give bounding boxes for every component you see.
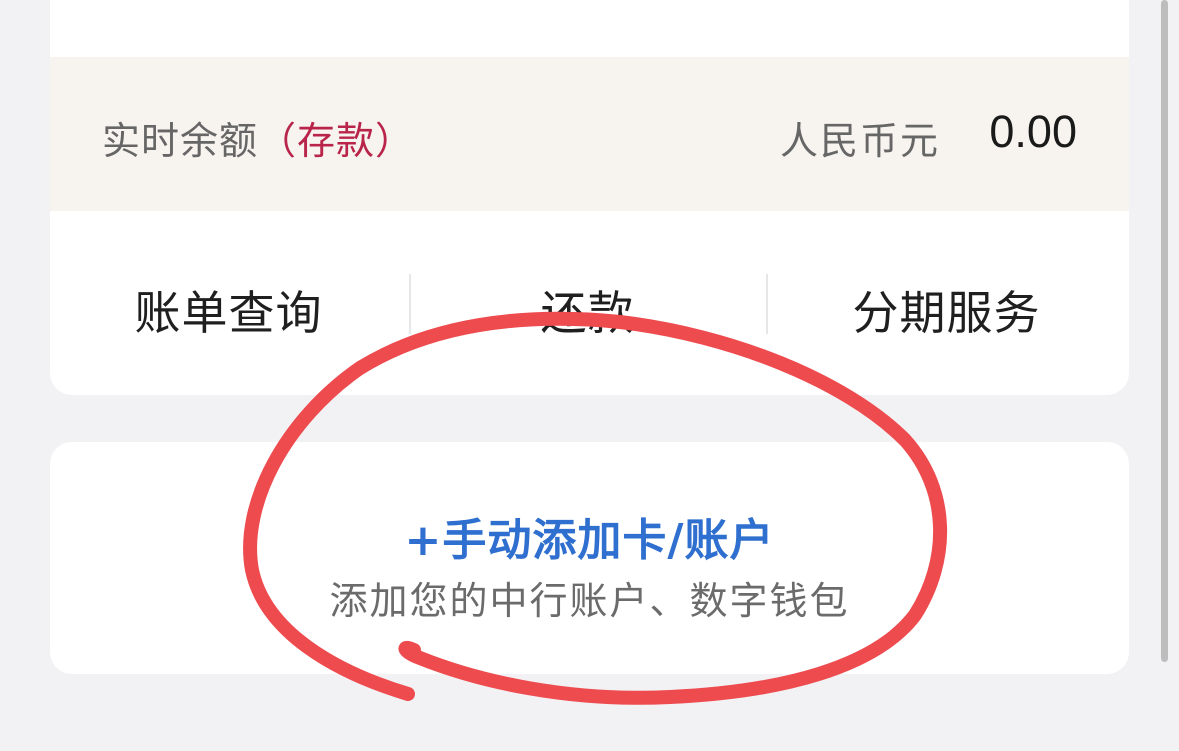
repayment-button[interactable]: 还款 <box>409 260 766 360</box>
balance-amount: 0.00 <box>989 106 1077 157</box>
add-account-card[interactable]: +手动添加卡/账户 添加您的中行账户、数字钱包 <box>50 442 1129 674</box>
account-card: 实时余额（存款） 人民币元 0.00 账单查询 还款 分期服务 <box>50 0 1129 395</box>
actions-row: 账单查询 还款 分期服务 <box>50 260 1129 360</box>
scrollbar[interactable] <box>1161 0 1168 662</box>
add-account-title[interactable]: +手动添加卡/账户 <box>50 504 1129 568</box>
add-account-subtitle: 添加您的中行账户、数字钱包 <box>329 579 850 623</box>
bill-query-button[interactable]: 账单查询 <box>50 260 407 360</box>
balance-label: 实时余额（存款） <box>102 110 414 165</box>
balance-row: 实时余额（存款） 人民币元 0.00 <box>50 57 1129 211</box>
installment-service-button[interactable]: 分期服务 <box>768 260 1125 360</box>
deposit-tag: （存款） <box>258 119 415 163</box>
currency-label: 人民币元 <box>780 119 941 163</box>
balance-label-text: 实时余额 <box>102 119 259 163</box>
